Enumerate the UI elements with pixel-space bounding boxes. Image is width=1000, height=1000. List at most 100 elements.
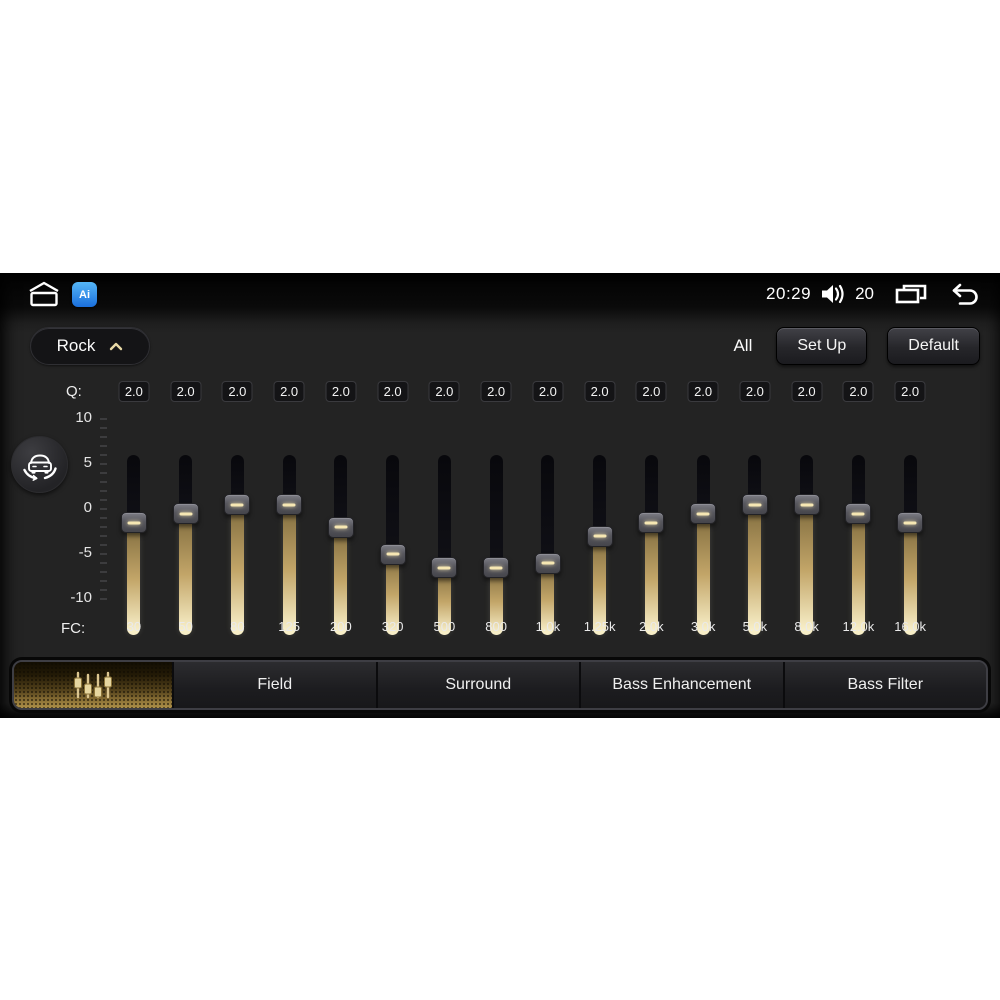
slider-handle[interactable] (379, 543, 406, 565)
q-value-chip[interactable]: 2.0 (791, 381, 823, 402)
axis-label: -5 (78, 544, 92, 561)
tab-bass-enhancement[interactable]: Bass Enhancement (579, 662, 783, 708)
dsp-tab-bar: Field Surround Bass Enhancement Bass Fil… (12, 660, 988, 710)
gain-slider[interactable] (108, 418, 160, 635)
axis-tick (100, 508, 107, 510)
axis-tick (100, 562, 107, 564)
eq-band: 2.0 12.0k (833, 381, 885, 643)
eq-band: 2.0 1.25k (574, 381, 626, 643)
frequency-label: 1.0k (535, 619, 561, 634)
eq-band: 2.0 5.0k (729, 381, 781, 643)
gain-slider[interactable] (574, 418, 626, 635)
slider-handle[interactable] (431, 557, 458, 578)
slider-handle[interactable] (120, 512, 147, 533)
slider-handle-line (851, 512, 865, 515)
eq-band: 2.0 500 (419, 381, 471, 643)
q-value-chip[interactable]: 2.0 (221, 381, 253, 402)
gain-slider[interactable] (626, 418, 678, 635)
q-value-chip[interactable]: 2.0 (273, 381, 305, 402)
default-button[interactable]: Default (887, 327, 980, 365)
axis-tick (100, 418, 107, 420)
eq-band: 2.0 30 (108, 381, 160, 643)
frequency-label: 2.0k (639, 619, 664, 634)
tab-field[interactable]: Field (172, 662, 376, 708)
axis-tick (100, 580, 107, 582)
gain-slider[interactable] (263, 418, 315, 635)
gain-slider[interactable] (470, 418, 522, 635)
q-value-chip[interactable]: 2.0 (584, 381, 616, 402)
slider-handle[interactable] (638, 512, 665, 533)
q-value-chip[interactable]: 2.0 (635, 381, 667, 402)
back-icon[interactable] (948, 282, 980, 306)
axis-tick (100, 553, 107, 555)
preset-dropdown[interactable]: Rock (30, 327, 150, 365)
status-bar: Ai 20:29 20 (0, 273, 1000, 313)
setup-button[interactable]: Set Up (776, 327, 868, 365)
slider-handle[interactable] (224, 494, 251, 515)
gain-slider[interactable] (212, 418, 264, 635)
axis-label: 5 (83, 454, 92, 471)
speaker-icon[interactable] (820, 283, 846, 305)
slider-handle[interactable] (276, 494, 303, 515)
slider-handle[interactable] (586, 525, 613, 547)
gain-slider[interactable] (729, 418, 781, 635)
gain-slider[interactable] (833, 418, 885, 635)
gain-slider[interactable] (419, 418, 471, 635)
slider-handle[interactable] (483, 557, 510, 578)
q-value-chip[interactable]: 2.0 (739, 381, 771, 402)
slider-handle[interactable] (845, 503, 872, 524)
slider-handle[interactable] (741, 494, 768, 515)
slider-handle-line (644, 521, 658, 524)
q-value-chip[interactable]: 2.0 (532, 381, 564, 402)
slider-handle[interactable] (690, 503, 717, 524)
slider-handle[interactable] (793, 494, 820, 515)
eq-band: 2.0 16.0k (884, 381, 936, 643)
frequency-label: 50 (178, 619, 193, 634)
q-value-chip[interactable]: 2.0 (325, 381, 357, 402)
gain-slider[interactable] (315, 418, 367, 635)
slider-handle-line (127, 521, 141, 524)
axis-tick (100, 436, 107, 438)
slider-handle-line (386, 552, 400, 556)
gain-slider[interactable] (677, 418, 729, 635)
slider-handle[interactable] (172, 503, 199, 524)
slider-track-upper (437, 455, 451, 568)
slider-handle-line (230, 503, 244, 506)
q-value-chip[interactable]: 2.0 (428, 381, 460, 402)
gain-slider[interactable] (522, 418, 574, 635)
q-value-chip[interactable]: 2.0 (377, 381, 409, 402)
tab-bass-filter[interactable]: Bass Filter (782, 662, 986, 708)
frequency-label: 500 (433, 619, 456, 634)
q-value-chip[interactable]: 2.0 (170, 381, 202, 402)
axis-tick (100, 598, 107, 600)
axis-tick (100, 481, 107, 483)
q-value-chip[interactable]: 2.0 (118, 381, 150, 402)
slider-handle[interactable] (897, 512, 924, 533)
tab-surround[interactable]: Surround (375, 662, 579, 708)
axis-tick (100, 472, 107, 474)
slider-handle[interactable] (534, 552, 561, 574)
gain-slider[interactable] (160, 418, 212, 635)
assistant-app-icon[interactable]: Ai (72, 282, 97, 307)
q-value-chip[interactable]: 2.0 (480, 381, 512, 402)
q-value-chip[interactable]: 2.0 (894, 381, 926, 402)
slider-handle[interactable] (327, 516, 354, 538)
gain-slider[interactable] (884, 418, 936, 635)
home-icon (29, 281, 59, 307)
slider-handle-line (541, 561, 555, 565)
frequency-label: 200 (330, 619, 352, 634)
gain-slider[interactable] (781, 418, 833, 635)
axis-label: 10 (75, 409, 92, 426)
frequency-label: 30 (126, 619, 142, 634)
tab-eq[interactable] (14, 662, 172, 708)
recents-icon[interactable] (895, 282, 927, 306)
frequency-label: 80 (230, 619, 245, 634)
q-value-chip[interactable]: 2.0 (687, 381, 719, 402)
all-button[interactable]: All (733, 336, 752, 356)
volume-level: 20 (855, 284, 874, 303)
slider-track-upper (386, 455, 400, 554)
home-button[interactable] (26, 281, 62, 307)
gain-slider[interactable] (367, 418, 419, 635)
q-value-chip[interactable]: 2.0 (842, 381, 874, 402)
assistant-glyph: Ai (79, 288, 90, 301)
